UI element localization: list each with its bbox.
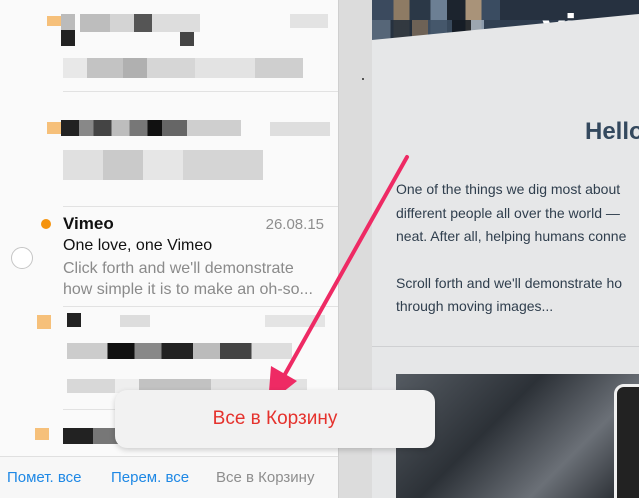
blurred-content [265, 315, 325, 327]
email-body: One of the things we dig most about diff… [396, 178, 639, 342]
blurred-content [61, 30, 75, 46]
bottom-toolbar: Помет. все Перем. все Все в Корзину [0, 456, 338, 498]
confirm-trash-popup[interactable]: Все в Корзину [115, 390, 435, 448]
blurred-content [67, 313, 81, 327]
blurred-content [47, 122, 61, 134]
blurred-content [47, 16, 61, 26]
blurred-content [120, 315, 150, 327]
banner-slant [372, 14, 639, 80]
body-line: different people all over the world — [396, 204, 620, 221]
preview-line: how simple it is to make an oh-so... [63, 281, 313, 298]
list-item-vimeo[interactable]: Vimeo 26.08.15 One love, one Vimeo Click… [0, 207, 338, 307]
body-line: neat. After all, helping humans conne [396, 228, 627, 244]
mark-all-button[interactable]: Помет. все [7, 469, 81, 486]
list-item[interactable] [0, 92, 338, 207]
body-line: One of the things we dig most about [396, 181, 621, 197]
move-all-button[interactable]: Перем. все [111, 469, 189, 486]
blurred-content [35, 428, 49, 440]
email-heading: Hello [585, 118, 639, 145]
list-item[interactable] [0, 0, 338, 92]
message-subject: One love, one Vimeo [63, 237, 213, 254]
preview-line: Click forth and we'll demonstrate [63, 260, 294, 277]
phone-device [614, 384, 639, 498]
message-preview: Click forth and we'll demonstrate how si… [63, 258, 333, 300]
blurred-content [67, 343, 292, 359]
unread-indicator [41, 219, 51, 229]
select-checkbox[interactable] [11, 247, 33, 269]
trash-all-button[interactable]: Все в Корзину [216, 469, 314, 486]
body-line: through moving images... [396, 298, 554, 314]
divider-dot [362, 78, 364, 80]
body-line: Scroll forth and we'll demonstrate ho [396, 274, 623, 291]
email-paragraph: One of the things we dig most about diff… [396, 178, 639, 249]
blurred-content [37, 315, 51, 329]
blurred-content [270, 122, 330, 136]
blurred-content [61, 14, 75, 30]
blurred-content [290, 14, 328, 28]
blurred-content [61, 120, 241, 136]
blurred-content [63, 150, 263, 180]
blurred-content [180, 32, 194, 46]
message-sender: Vimeo [63, 214, 114, 233]
blurred-content [63, 58, 303, 78]
content-divider [372, 346, 639, 347]
email-paragraph: Scroll forth and we'll demonstrate ho th… [396, 272, 639, 319]
blurred-content [80, 14, 200, 32]
confirm-trash-label: Все в Корзину [212, 408, 338, 429]
message-date: 26.08.15 [265, 216, 324, 233]
